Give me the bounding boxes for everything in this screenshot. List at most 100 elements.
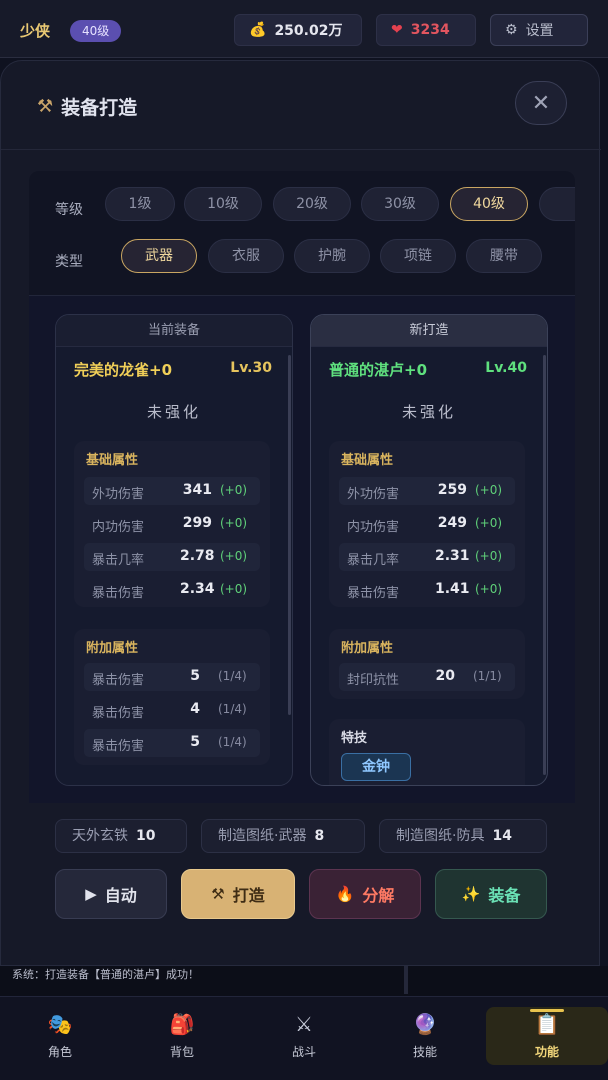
type-pill-weapon[interactable]: 武器 <box>121 239 197 273</box>
level-pill-20[interactable]: 20级 <box>273 187 351 221</box>
item-name: 完美的龙雀+0 <box>74 361 173 379</box>
type-pill-belt[interactable]: 腰带 <box>466 239 542 273</box>
type-pill-clothes[interactable]: 衣服 <box>208 239 284 273</box>
nav-label: 角色 <box>47 1045 72 1059</box>
material-count: 8 <box>314 828 325 844</box>
stat-row: 内功伤害 299 (+0) <box>84 510 260 538</box>
stat-value: 299 <box>182 515 212 531</box>
stat-delta: (+0) <box>220 549 248 563</box>
stat-name: 暴击伤害 <box>92 673 145 688</box>
stat-fraction: (1/1) <box>473 669 502 683</box>
stat-delta: (+0) <box>220 516 248 530</box>
backpack-icon: 🎒 <box>169 1012 195 1036</box>
character-icon: 🎭 <box>47 1012 73 1036</box>
type-pill-necklace[interactable]: 项链 <box>380 239 456 273</box>
nav-item-battle[interactable]: ⚔ 战斗 <box>264 1011 344 1060</box>
stat-row: 暴击伤害 1.41 (+0) <box>339 576 515 604</box>
auto-button[interactable]: ▶ 自动 <box>55 869 167 919</box>
hammer-pick-icon: ⚒ <box>37 96 54 117</box>
crystal-ball-icon: 🔮 <box>412 1012 438 1036</box>
section-title: 附加属性 <box>86 641 139 656</box>
forge-button[interactable]: ⚒ 打造 <box>181 869 295 919</box>
stat-row: 封印抗性 20 (1/1) <box>339 663 515 691</box>
stat-delta: (+0) <box>475 483 503 497</box>
level-filter-label: 等级 <box>55 202 83 218</box>
stat-value: 4 <box>190 701 200 717</box>
stat-value: 5 <box>190 668 200 684</box>
material-count: 10 <box>136 828 156 844</box>
material-name: 制造图纸·武器 <box>218 828 307 844</box>
stat-value: 249 <box>437 515 467 531</box>
nav-label: 战斗 <box>291 1045 316 1059</box>
filter-panel: 等级 1级 10级 20级 30级 40级 类型 武器 衣服 护腕 项链 腰带 <box>29 171 575 295</box>
bottom-navigation: 🎭 角色 🎒 背包 ⚔ 战斗 🔮 技能 📋 功能 <box>0 996 608 1080</box>
salvage-button[interactable]: 🔥 分解 <box>309 869 421 919</box>
stat-name: 暴击伤害 <box>92 706 145 721</box>
auto-label: 自动 <box>104 886 137 905</box>
equip-label: 装备 <box>488 886 521 905</box>
type-filter-label: 类型 <box>55 254 83 270</box>
level-pill-1[interactable]: 1级 <box>105 187 175 221</box>
stat-value: 2.31 <box>435 548 470 564</box>
stat-row: 内功伤害 249 (+0) <box>339 510 515 538</box>
level-pill-overflow[interactable] <box>539 187 575 221</box>
card-scrollbar[interactable] <box>543 355 546 775</box>
level-pill-30[interactable]: 30级 <box>361 187 439 221</box>
swords-icon: ⚔ <box>295 1012 313 1036</box>
material-item: 制造图纸·武器 8 <box>201 819 365 853</box>
log-message: 系统：打造装备【普通的湛卢】成功！ <box>12 968 199 981</box>
new-equipment-card[interactable]: 新打造 普通的湛卢+0 Lv.40 未强化 基础属性 外功伤害 259 (+0)… <box>310 314 548 786</box>
section-title: 基础属性 <box>341 453 394 468</box>
nav-item-backpack[interactable]: 🎒 背包 <box>142 1011 222 1060</box>
stat-delta: (+0) <box>475 516 503 530</box>
hearts-amount: 3234 <box>410 22 450 38</box>
close-button[interactable]: ✕ <box>515 81 567 125</box>
base-stats-section: 基础属性 外功伤害 259 (+0) 内功伤害 249 (+0) 暴击几率 2.… <box>329 441 525 607</box>
stat-name: 暴击伤害 <box>347 586 400 601</box>
stat-fraction: (1/4) <box>218 702 247 716</box>
material-name: 制造图纸·防具 <box>396 828 485 844</box>
stat-value: 259 <box>437 482 467 498</box>
type-pill-bracer[interactable]: 护腕 <box>294 239 370 273</box>
nav-item-skills[interactable]: 🔮 技能 <box>385 1011 465 1060</box>
extra-stats-section: 附加属性 封印抗性 20 (1/1) <box>329 629 525 699</box>
stat-value: 5 <box>190 734 200 750</box>
gear-icon: ⚙ <box>505 22 518 38</box>
money-bag-icon: 💰 <box>249 22 267 38</box>
clipboard-icon: 📋 <box>534 1012 560 1036</box>
card-scrollbar[interactable] <box>288 355 291 715</box>
stat-delta: (+0) <box>475 549 503 563</box>
section-title: 附加属性 <box>341 641 394 656</box>
stat-value: 1.41 <box>435 581 470 597</box>
section-title: 特技 <box>341 731 368 746</box>
sparkles-icon: ✨ <box>461 885 481 903</box>
nav-label: 功能 <box>534 1045 559 1059</box>
stat-name: 暴击几率 <box>347 553 400 568</box>
equip-button[interactable]: ✨ 装备 <box>435 869 547 919</box>
compare-area: 当前装备 完美的龙雀+0 Lv.30 未强化 基础属性 外功伤害 341 (+0… <box>29 295 575 803</box>
material-count: 14 <box>492 828 512 844</box>
level-pill-40[interactable]: 40级 <box>450 187 528 221</box>
enhance-status: 未强化 <box>401 403 456 421</box>
stat-row: 暴击伤害 5 (1/4) <box>84 663 260 691</box>
stat-value: 20 <box>435 668 455 684</box>
settings-button[interactable]: ⚙ 设置 <box>490 14 588 46</box>
settings-label: 设置 <box>525 23 554 39</box>
stat-row: 暴击伤害 5 (1/4) <box>84 729 260 757</box>
header-divider <box>1 149 601 150</box>
stat-value: 2.34 <box>180 581 215 597</box>
level-pill-10[interactable]: 10级 <box>184 187 262 221</box>
close-icon: ✕ <box>531 90 551 116</box>
gold-amount: 250.02万 <box>274 23 343 39</box>
log-scrollbar[interactable] <box>404 966 408 994</box>
player-level-badge: 40级 <box>70 20 122 42</box>
material-name: 天外玄铁 <box>72 828 128 844</box>
stat-name: 暴击几率 <box>92 553 145 568</box>
stat-fraction: (1/4) <box>218 735 247 749</box>
nav-item-character[interactable]: 🎭 角色 <box>20 1011 100 1060</box>
item-name: 普通的湛卢+0 <box>329 361 428 379</box>
stat-row: 暴击伤害 4 (1/4) <box>84 696 260 724</box>
skill-chip[interactable]: 金钟 <box>341 753 411 781</box>
nav-item-functions[interactable]: 📋 功能 <box>507 1011 587 1060</box>
current-equipment-card[interactable]: 当前装备 完美的龙雀+0 Lv.30 未强化 基础属性 外功伤害 341 (+0… <box>55 314 293 786</box>
